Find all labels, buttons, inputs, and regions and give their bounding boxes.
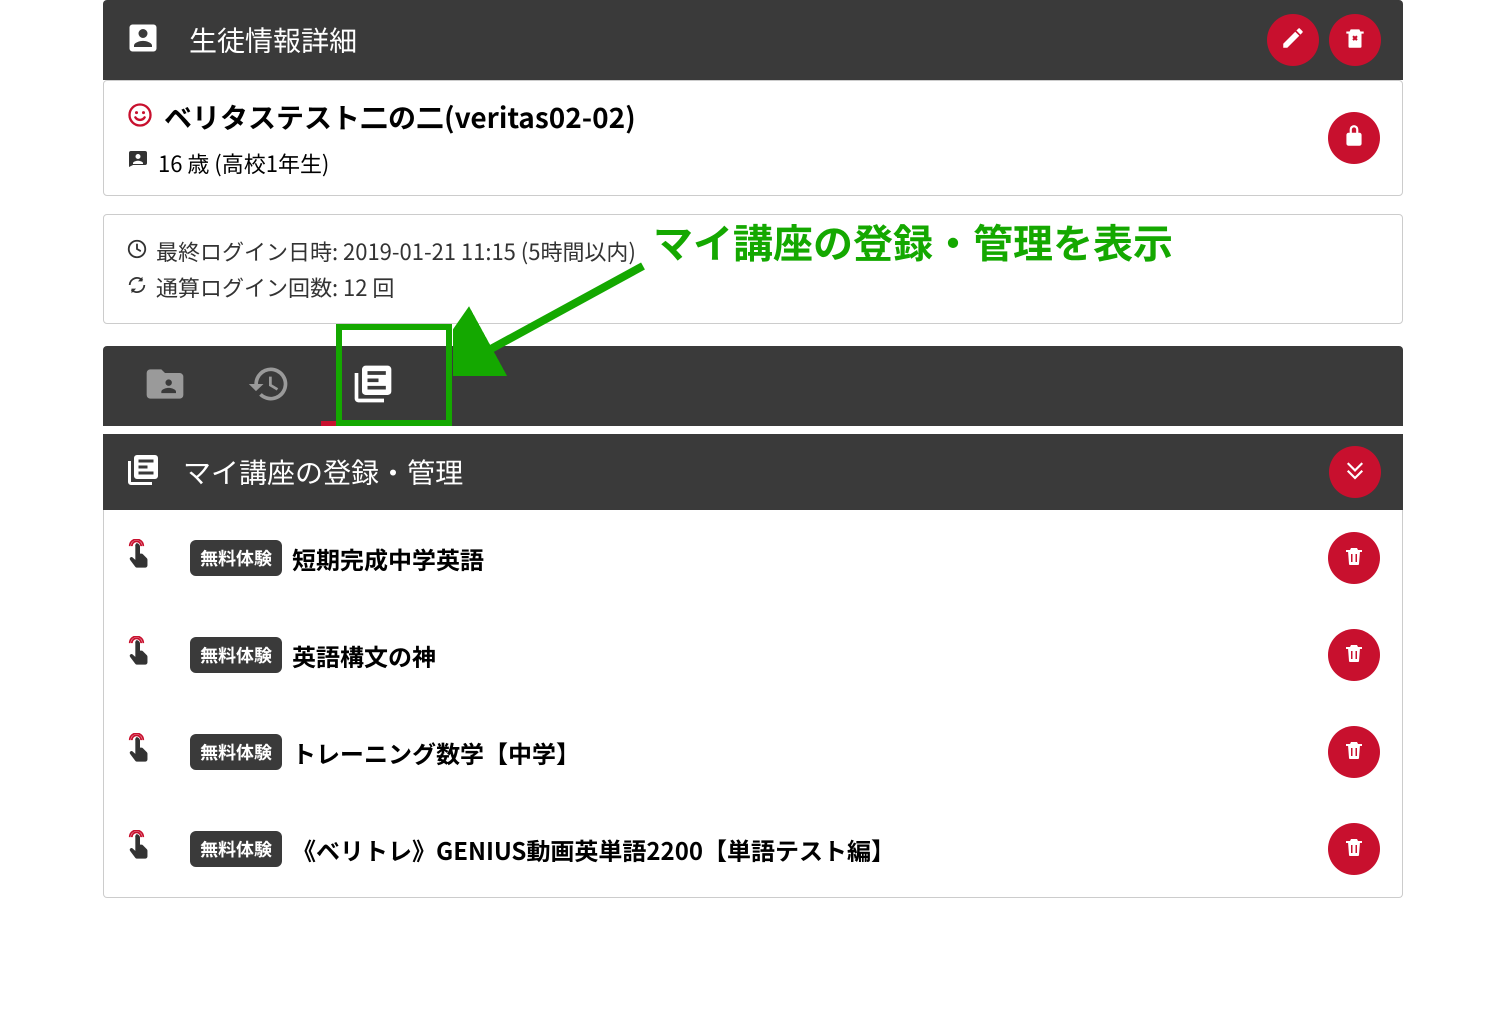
student-age: 16 歳 (高校1年生) (158, 147, 329, 179)
course-name: 英語構文の神 (292, 638, 436, 673)
section-header: マイ講座の登録・管理 (103, 434, 1403, 510)
section-title: マイ講座の登録・管理 (183, 452, 463, 492)
course-name: 《ベリトレ》GENIUS動画英単語2200【単語テスト編】 (292, 832, 895, 867)
lock-button[interactable] (1328, 112, 1380, 164)
pencil-icon (1280, 25, 1306, 56)
trash-icon (1342, 738, 1366, 767)
folder-shared-icon (143, 362, 187, 411)
trash-x-icon (1342, 25, 1368, 56)
trash-icon (1342, 544, 1366, 573)
delete-course-button[interactable] (1328, 532, 1380, 584)
page-header: 生徒情報詳細 (103, 0, 1403, 80)
lock-icon (1341, 123, 1367, 154)
chevron-double-down-icon (1342, 457, 1368, 488)
course-item[interactable]: 無料体験《ベリトレ》GENIUS動画英単語2200【単語テスト編】 (104, 801, 1402, 897)
student-info-card: ベリタステスト二の二(veritas02-02) 16 歳 (高校1年生) (103, 80, 1403, 196)
tab-history[interactable] (217, 346, 321, 426)
touch-icon (126, 830, 156, 869)
delete-course-button[interactable] (1328, 823, 1380, 875)
course-item[interactable]: 無料体験トレーニング数学【中学】 (104, 704, 1402, 801)
library-books-icon (125, 452, 161, 493)
student-name: ベリタステスト二の二(veritas02-02) (164, 97, 636, 137)
touch-icon (126, 636, 156, 675)
trial-badge: 無料体験 (190, 637, 282, 673)
id-card-icon (126, 147, 150, 179)
library-books-icon (351, 362, 395, 411)
tab-bar (103, 346, 1403, 426)
tab-folder[interactable] (113, 346, 217, 426)
edit-button[interactable] (1267, 14, 1319, 66)
page-title: 生徒情報詳細 (189, 20, 357, 60)
delete-course-button[interactable] (1328, 726, 1380, 778)
history-icon (247, 362, 291, 411)
clock-icon (126, 235, 148, 267)
trash-icon (1342, 641, 1366, 670)
trial-badge: 無料体験 (190, 734, 282, 770)
course-name: 短期完成中学英語 (292, 541, 484, 576)
delete-course-button[interactable] (1328, 629, 1380, 681)
last-login-text: 最終ログイン日時: 2019-01-21 11:15 (5時間以内) (156, 235, 636, 267)
touch-icon (126, 733, 156, 772)
smiley-icon (126, 101, 154, 134)
delete-button[interactable] (1329, 14, 1381, 66)
course-item[interactable]: 無料体験短期完成中学英語 (104, 510, 1402, 607)
trial-badge: 無料体験 (190, 831, 282, 867)
account-box-icon (125, 20, 161, 61)
expand-all-button[interactable] (1329, 446, 1381, 498)
login-info-card: 最終ログイン日時: 2019-01-21 11:15 (5時間以内) 通算ログイ… (103, 214, 1403, 324)
refresh-icon (126, 271, 148, 303)
course-item[interactable]: 無料体験英語構文の神 (104, 607, 1402, 704)
trial-badge: 無料体験 (190, 540, 282, 576)
total-login-text: 通算ログイン回数: 12 回 (156, 271, 394, 303)
tab-courses[interactable] (321, 346, 425, 426)
trash-icon (1342, 835, 1366, 864)
course-list: 無料体験短期完成中学英語無料体験英語構文の神無料体験トレーニング数学【中学】無料… (103, 510, 1403, 898)
touch-icon (126, 539, 156, 578)
course-name: トレーニング数学【中学】 (292, 735, 580, 770)
